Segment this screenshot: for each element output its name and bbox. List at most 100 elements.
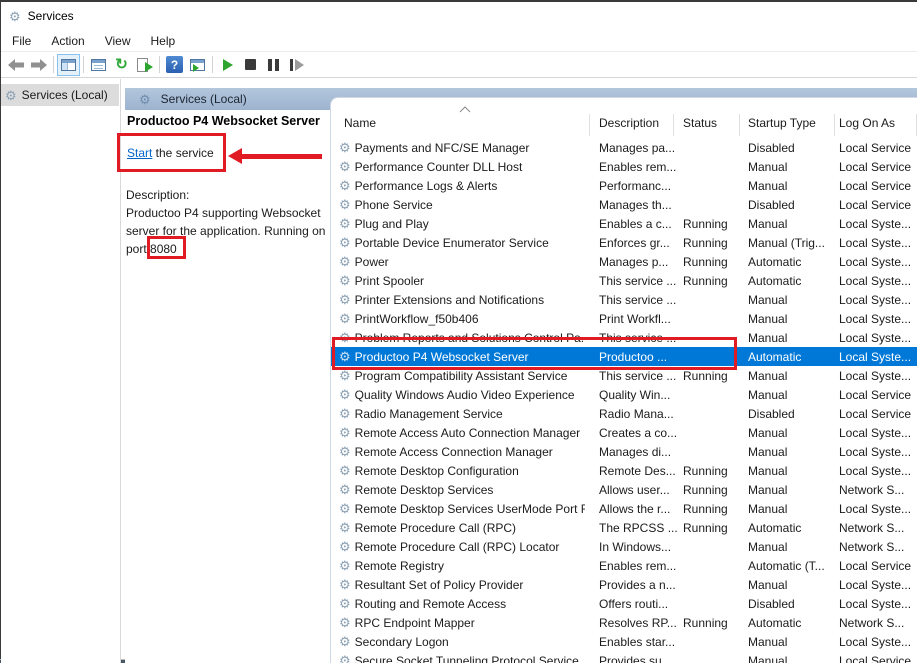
- cell-startup-type: Manual: [748, 160, 834, 174]
- cell-name: Remote Desktop Configuration: [355, 464, 519, 478]
- table-row[interactable]: ⚙Performance Counter DLL Host Enables re…: [331, 157, 917, 176]
- table-row[interactable]: ⚙Portable Device Enumerator Service Enfo…: [331, 233, 917, 252]
- cell-name: Power: [355, 255, 389, 269]
- cell-status: Running: [683, 217, 745, 231]
- cell-name: Portable Device Enumerator Service: [355, 236, 549, 250]
- table-row[interactable]: ⚙Performance Logs & Alerts Performanc...…: [331, 176, 917, 195]
- service-gear-icon: ⚙: [339, 179, 351, 192]
- cell-startup-type: Manual: [748, 464, 834, 478]
- menu-help[interactable]: Help: [141, 31, 186, 51]
- table-row[interactable]: ⚙Secure Socket Tunneling Protocol Servic…: [331, 651, 917, 663]
- cell-startup-type: Manual: [748, 293, 834, 307]
- cell-name: Remote Procedure Call (RPC): [355, 521, 516, 535]
- cell-startup-type: Automatic: [748, 616, 834, 630]
- cell-log-on-as: Network S...: [839, 540, 917, 554]
- table-row[interactable]: ⚙Radio Management Service Radio Mana... …: [331, 404, 917, 423]
- column-separator[interactable]: [834, 114, 835, 136]
- cell-status: Running: [683, 616, 745, 630]
- column-header-logon[interactable]: Log On As: [839, 116, 895, 130]
- cell-description: Manages pa...: [599, 141, 679, 155]
- port-number: 8080: [150, 242, 177, 256]
- table-row[interactable]: ⚙Remote Desktop Services UserMode Port R…: [331, 499, 917, 518]
- cell-status: Running: [683, 502, 745, 516]
- table-row[interactable]: ⚙Print Spooler This service ... Running …: [331, 271, 917, 290]
- table-row[interactable]: ⚙Remote Procedure Call (RPC) Locator In …: [331, 537, 917, 556]
- cell-startup-type: Automatic: [748, 521, 834, 535]
- table-row[interactable]: ⚙Payments and NFC/SE Manager Manages pa.…: [331, 138, 917, 157]
- service-gear-icon: ⚙: [339, 578, 351, 591]
- service-gear-icon: ⚙: [339, 160, 351, 173]
- forward-arrow-icon[interactable]: [27, 54, 50, 76]
- table-row[interactable]: ⚙Resultant Set of Policy Provider Provid…: [331, 575, 917, 594]
- cell-startup-type: Manual: [748, 312, 834, 326]
- cell-name: Remote Desktop Services: [355, 483, 494, 497]
- table-row[interactable]: ⚙RPC Endpoint Mapper Resolves RP... Runn…: [331, 613, 917, 632]
- back-arrow-icon[interactable]: [4, 54, 27, 76]
- start-service-link[interactable]: Start: [127, 146, 152, 160]
- table-row[interactable]: ⚙Power Manages p... Running Automatic Lo…: [331, 252, 917, 271]
- column-separator[interactable]: [589, 114, 590, 136]
- column-header-startup[interactable]: Startup Type: [748, 116, 816, 130]
- table-row[interactable]: ⚙Plug and Play Enables a c... Running Ma…: [331, 214, 917, 233]
- table-row[interactable]: ⚙Program Compatibility Assistant Service…: [331, 366, 917, 385]
- table-row[interactable]: ⚙Secondary Logon Enables star... Manual …: [331, 632, 917, 651]
- refresh-icon[interactable]: ↻: [110, 54, 133, 76]
- description-line1: Productoo P4 supporting Websocket: [126, 204, 328, 222]
- table-row[interactable]: ⚙Remote Desktop Configuration Remote Des…: [331, 461, 917, 480]
- cell-description: Enables a c...: [599, 217, 679, 231]
- table-row[interactable]: ⚙Phone Service Manages th... Disabled Lo…: [331, 195, 917, 214]
- menu-action[interactable]: Action: [41, 31, 94, 51]
- table-row[interactable]: ⚙PrintWorkflow_f50b406 Print Workfl... M…: [331, 309, 917, 328]
- cell-name: Print Spooler: [355, 274, 424, 288]
- cell-log-on-as: Local Syste...: [839, 236, 917, 250]
- tree-item-services-local[interactable]: ⚙ Services (Local): [1, 84, 119, 106]
- show-action-pane-icon[interactable]: [186, 54, 209, 76]
- stop-service-icon[interactable]: [239, 54, 262, 76]
- table-row[interactable]: ⚙ Problem Reports and Solutions Control P…: [331, 328, 917, 347]
- cell-startup-type: Disabled: [748, 407, 834, 421]
- pause-service-icon[interactable]: [262, 54, 285, 76]
- cell-name: Phone Service: [355, 198, 433, 212]
- console-tree-pane: [1, 79, 120, 663]
- service-gear-icon: ⚙: [339, 331, 351, 344]
- cell-description: Allows user...: [599, 483, 679, 497]
- cell-name: RPC Endpoint Mapper: [355, 616, 475, 630]
- cell-startup-type: Manual: [748, 578, 834, 592]
- cell-startup-type: Manual: [748, 331, 834, 345]
- column-header-name[interactable]: Name: [344, 116, 376, 130]
- table-row[interactable]: ⚙Routing and Remote Access Offers routi.…: [331, 594, 917, 613]
- cell-name: Resultant Set of Policy Provider: [355, 578, 524, 592]
- cell-description: Manages th...: [599, 198, 679, 212]
- sort-ascending-icon: [459, 106, 471, 113]
- help-icon[interactable]: ?: [163, 54, 186, 76]
- menu-view[interactable]: View: [95, 31, 141, 51]
- show-console-tree-icon[interactable]: [57, 54, 80, 76]
- cell-name: Remote Access Connection Manager: [355, 445, 553, 459]
- column-header-status[interactable]: Status: [683, 116, 717, 130]
- column-separator[interactable]: [673, 114, 674, 136]
- service-gear-icon: ⚙: [339, 369, 351, 382]
- start-service-icon[interactable]: [216, 54, 239, 76]
- pane-divider[interactable]: [120, 79, 121, 663]
- table-row[interactable]: ⚙Productoo P4 Websocket Server Productoo…: [331, 347, 917, 366]
- table-row[interactable]: ⚙Quality Windows Audio Video Experience …: [331, 385, 917, 404]
- table-row[interactable]: ⚙Remote Access Auto Connection Manager C…: [331, 423, 917, 442]
- services-gear-icon: ⚙: [5, 89, 17, 102]
- table-row[interactable]: ⚙Printer Extensions and Notifications Th…: [331, 290, 917, 309]
- cell-description: Performanc...: [599, 179, 679, 193]
- table-row[interactable]: ⚙Remote Registry Enables rem... Automati…: [331, 556, 917, 575]
- properties-icon[interactable]: [87, 54, 110, 76]
- export-list-icon[interactable]: [133, 54, 156, 76]
- menu-file[interactable]: File: [2, 31, 41, 51]
- cell-status: Running: [683, 274, 745, 288]
- service-gear-icon: ⚙: [339, 597, 351, 610]
- table-row[interactable]: ⚙Remote Desktop Services Allows user... …: [331, 480, 917, 499]
- cell-name: Problem Reports and Solutions Control Pa…: [355, 331, 585, 345]
- service-gear-icon: ⚙: [339, 521, 351, 534]
- cell-log-on-as: Network S...: [839, 616, 917, 630]
- table-row[interactable]: ⚙Remote Procedure Call (RPC) The RPCSS .…: [331, 518, 917, 537]
- column-separator[interactable]: [739, 114, 740, 136]
- column-header-description[interactable]: Description: [599, 116, 659, 130]
- table-row[interactable]: ⚙Remote Access Connection Manager Manage…: [331, 442, 917, 461]
- restart-service-icon[interactable]: [285, 54, 308, 76]
